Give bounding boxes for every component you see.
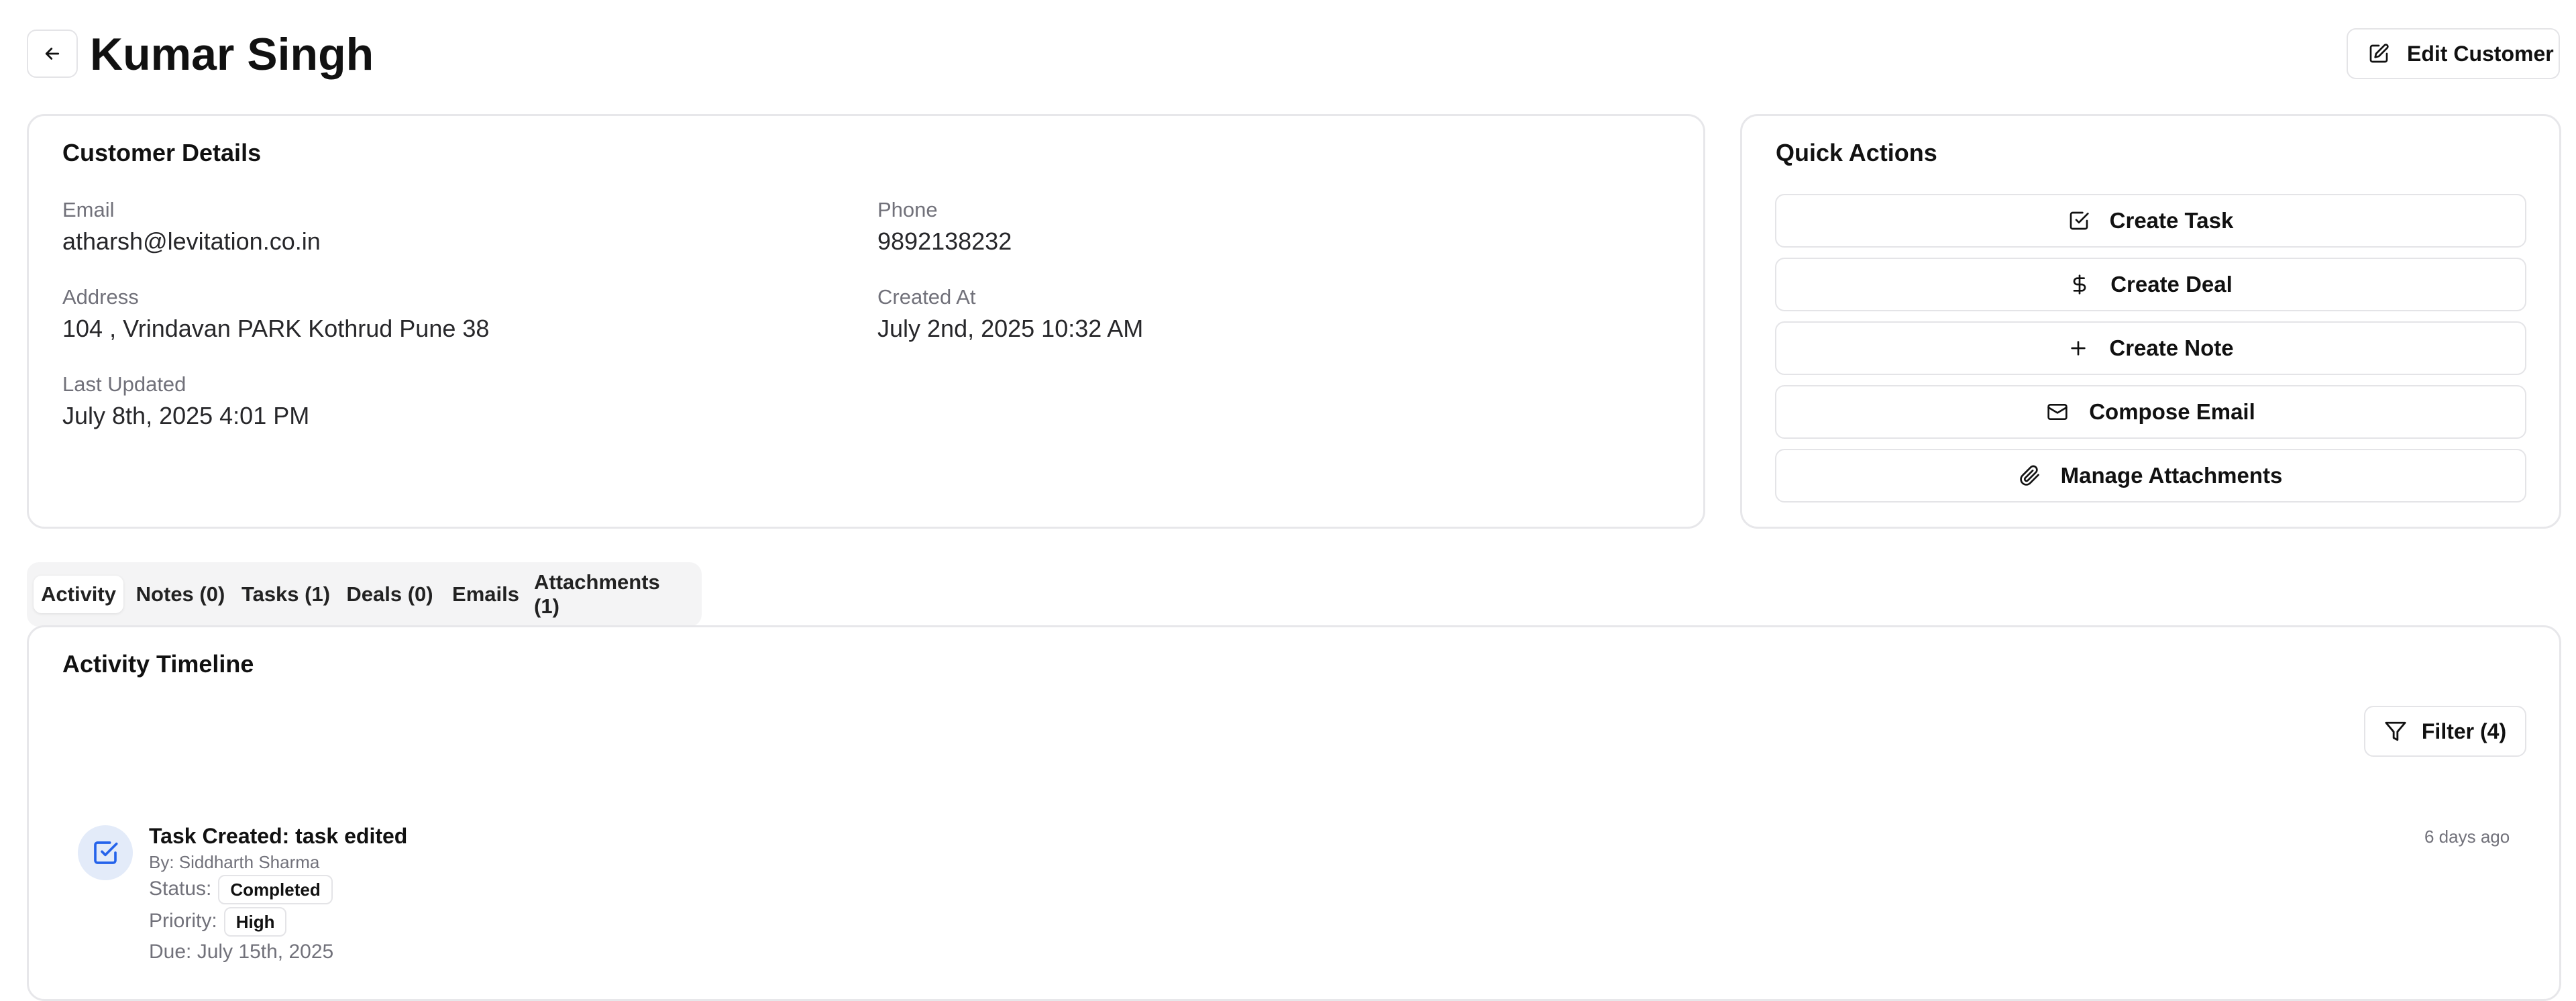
check-square-icon [2068,210,2090,231]
timeline-item-author: By: Siddharth Sharma [149,852,320,872]
phone-label: Phone [877,198,938,221]
activity-timeline-card: Activity Timeline [27,625,2561,1001]
tab-tasks[interactable]: Tasks (1) [237,576,334,613]
timeline-item-icon-bubble [78,825,133,880]
timeline-item-status-row: Status: Completed [149,875,333,904]
created-at-label: Created At [877,285,976,309]
tab-notes[interactable]: Notes (0) [131,576,229,613]
paperclip-icon [2019,465,2041,486]
card-title: Customer Details [62,139,262,166]
phone-value: 9892138232 [877,227,1012,255]
last-updated-value: July 8th, 2025 4:01 PM [62,402,310,429]
timeline-title: Activity Timeline [62,650,254,678]
filter-icon [2384,720,2407,743]
filter-button[interactable]: Filter (4) [2364,706,2526,757]
create-note-label: Create Note [2109,335,2234,360]
filter-label: Filter (4) [2421,719,2507,743]
status-label: Status: [149,877,212,900]
last-updated-label: Last Updated [62,372,186,396]
create-deal-button[interactable]: Create Deal [1775,258,2526,311]
customer-details-card: Customer Details Email atharsh@levitatio… [27,114,1705,529]
manage-attachments-label: Manage Attachments [2060,463,2283,488]
compose-email-label: Compose Email [2089,399,2255,424]
dollar-icon [2069,274,2090,295]
priority-label: Priority: [149,909,217,932]
plus-icon [2068,337,2089,359]
tab-emails[interactable]: Emails [445,576,526,613]
tab-activity[interactable]: Activity [34,576,123,613]
address-label: Address [62,285,139,309]
address-value: 104 , Vrindavan PARK Kothrud Pune 38 [62,315,490,342]
tab-attachments[interactable]: Attachments (1) [534,570,690,618]
back-button[interactable] [27,30,78,78]
priority-badge: High [223,907,287,937]
timeline-item-title: Task Created: task edited [149,824,408,848]
tab-deals[interactable]: Deals (0) [342,576,437,613]
status-badge: Completed [218,875,333,904]
email-value: atharsh@levitation.co.in [62,227,321,255]
edit-customer-button[interactable]: Edit Customer [2347,28,2560,79]
timeline-item-due: Due: July 15th, 2025 [149,941,334,963]
compose-email-button[interactable]: Compose Email [1775,385,2526,439]
mail-icon [2046,401,2069,423]
edit-icon [2368,43,2390,64]
page-title: Kumar Singh [90,29,374,80]
timeline-item-priority-row: Priority: High [149,907,287,937]
create-deal-label: Create Deal [2110,272,2233,297]
quick-actions-title: Quick Actions [1776,139,1937,166]
create-task-button[interactable]: Create Task [1775,194,2526,248]
email-label: Email [62,198,115,221]
manage-attachments-button[interactable]: Manage Attachments [1775,449,2526,503]
create-task-label: Create Task [2109,208,2234,233]
arrow-left-icon [42,44,62,64]
create-note-button[interactable]: Create Note [1775,321,2526,375]
created-at-value: July 2nd, 2025 10:32 AM [877,315,1144,342]
edit-customer-label: Edit Customer [2407,41,2554,66]
timeline-item-time: 6 days ago [2424,827,2510,847]
check-square-icon [92,839,119,866]
